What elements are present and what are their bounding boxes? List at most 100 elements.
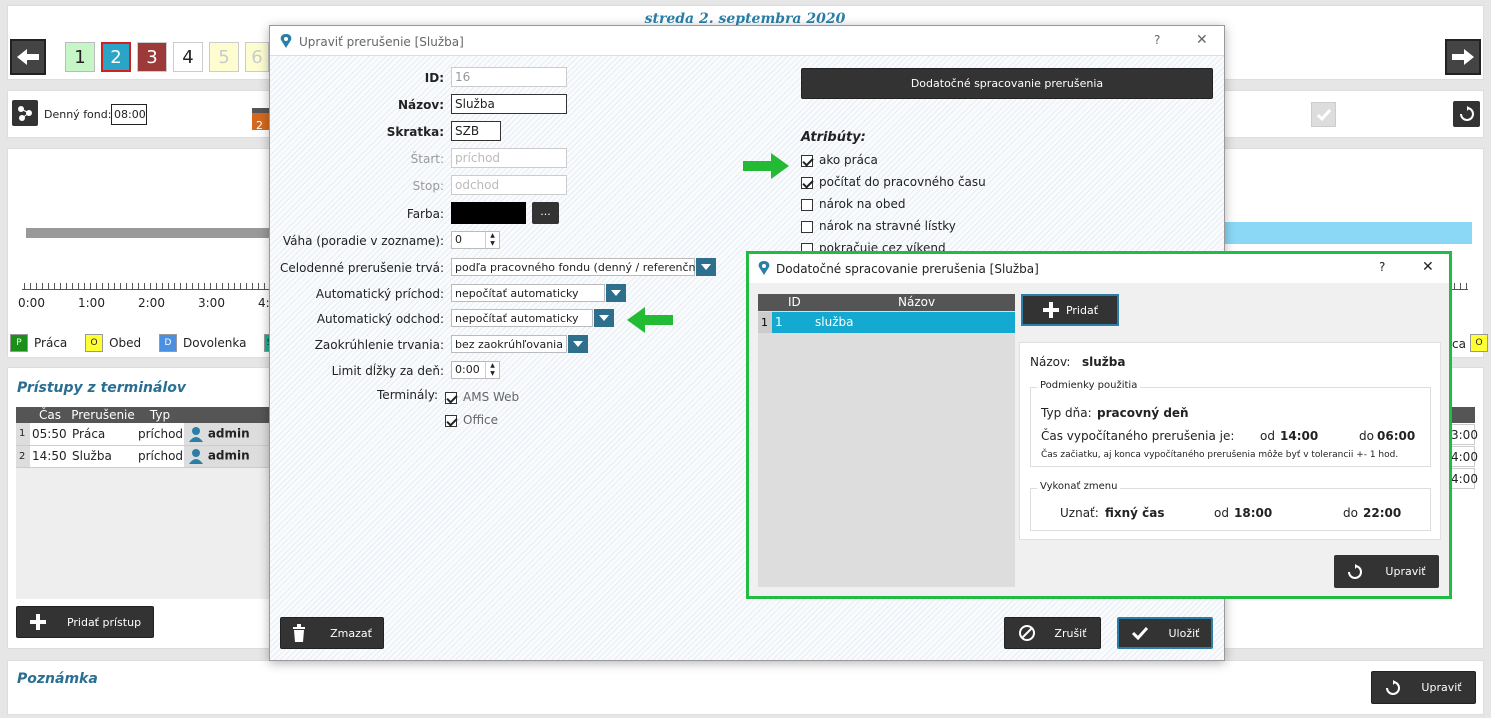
timeline-axis [22, 289, 271, 290]
checkbox-icon[interactable] [801, 176, 813, 189]
note-title: Poznámka [17, 671, 98, 687]
attr-weekend-label: pokračuje cez víkend [819, 241, 946, 251]
terminal-office-label: Office [463, 413, 499, 427]
day-1[interactable]: 1 [65, 42, 95, 72]
sub-edit-button[interactable]: Upraviť [1334, 555, 1439, 588]
tick-mark [234, 283, 235, 289]
color-picker-button[interactable]: ... [532, 202, 559, 224]
terminal-office[interactable]: Office [445, 413, 498, 427]
next-day-button[interactable] [1445, 39, 1481, 75]
sub-col-name[interactable]: Názov [898, 295, 935, 309]
stop-label: Stop: [412, 179, 444, 193]
checkbox-icon[interactable] [801, 220, 813, 233]
tick-mark [162, 283, 163, 289]
fund-input[interactable]: 08:00 [111, 104, 147, 125]
tick-mark [48, 283, 49, 289]
tick-mark [222, 283, 223, 289]
day-2[interactable]: 2 [101, 42, 131, 72]
sub-add-button[interactable]: Pridať [1021, 294, 1119, 326]
sub-close-button[interactable]: ✕ [1422, 259, 1434, 275]
fullday-select[interactable]: podľa pracovného fondu (denný / referenč… [451, 258, 706, 276]
day-6[interactable]: 6 [245, 42, 269, 72]
sub-edit-label: Upraviť [1385, 565, 1426, 578]
color-swatch[interactable] [451, 202, 526, 224]
attr-lunch[interactable]: nárok na obed [801, 197, 905, 211]
refresh-button[interactable] [1453, 101, 1480, 127]
table-row[interactable]: 2 14:50 Služba príchod admin [16, 445, 270, 467]
add-access-button[interactable]: Pridať prístup [16, 606, 154, 638]
conditions-title: Podmienky použitia [1037, 380, 1141, 391]
save-button[interactable]: Uložiť [1117, 617, 1213, 649]
limit-label: Limit dĺžky za deň: [331, 364, 444, 378]
attr-weekend[interactable]: pokračuje cez víkend [801, 241, 946, 251]
limit-spin-arrows[interactable]: ▲ ▼ [485, 362, 499, 378]
close-button[interactable]: ✕ [1196, 32, 1208, 48]
fullday-dropdown-icon[interactable] [696, 258, 716, 276]
checkbox-icon[interactable] [801, 242, 813, 251]
checkbox-icon[interactable] [445, 414, 457, 427]
arrow-right-icon [1452, 49, 1474, 65]
cancel-button[interactable]: Zrušiť [1004, 617, 1101, 649]
right-cell-3: 4:00 [1450, 468, 1478, 489]
autoin-select[interactable]: nepočítať automaticky [451, 284, 605, 302]
extra-processing-button[interactable]: Dodatočné spracovanie prerušenia [801, 68, 1213, 99]
stop-field: odchod [451, 175, 567, 195]
round-dropdown-icon[interactable] [568, 335, 588, 353]
col-header-type[interactable]: Typ [136, 407, 184, 423]
checkbox-icon[interactable] [445, 391, 457, 404]
row-type: príchod [138, 426, 184, 441]
autoout-select[interactable]: nepočítať automaticky [451, 309, 593, 327]
sub-list-header: ID Názov [758, 294, 1015, 311]
app-icon [758, 261, 770, 275]
terminal-ams-web[interactable]: AMS Web [445, 390, 519, 404]
add-access-label: Pridať prístup [66, 615, 142, 629]
weight-spin-arrows[interactable]: ▲ ▼ [485, 232, 499, 248]
day-5[interactable]: 5 [209, 42, 239, 72]
sub-col-id[interactable]: ID [788, 295, 801, 309]
table-row[interactable]: 1 05:50 Práca príchod admin [16, 423, 270, 445]
recognize-label: Uznať: [1060, 506, 1099, 520]
col-header-break[interactable]: Prerušenie [70, 407, 136, 423]
day-4[interactable]: 4 [173, 42, 203, 72]
day-3[interactable]: 3 [137, 42, 167, 72]
tick-mark [180, 283, 181, 289]
calc-from-value: 14:00 [1280, 429, 1319, 443]
tick-mark [72, 283, 73, 289]
tick-mark [204, 283, 205, 289]
sub-titlebar: Dodatočné spracovanie prerušenia [Služba… [749, 254, 1449, 283]
confirm-check-button[interactable] [1311, 102, 1336, 127]
exec-from-value: 18:00 [1234, 506, 1273, 520]
help-button[interactable]: ? [1154, 33, 1160, 47]
attr-meal-tickets[interactable]: nárok na stravné lístky [801, 219, 956, 233]
check-icon [1131, 626, 1148, 640]
legend: PPráca OObed DDovolenka SLCSl [10, 334, 303, 352]
attr-as-work-label: ako práca [819, 153, 878, 167]
note-edit-button[interactable]: Upraviť [1371, 671, 1476, 704]
hierarchy-button[interactable] [12, 100, 38, 126]
sub-help-button[interactable]: ? [1379, 260, 1385, 274]
name-field[interactable]: Služba [451, 94, 567, 114]
checkbox-icon[interactable] [801, 198, 813, 211]
tick-mark [198, 283, 199, 289]
attr-as-work[interactable]: ako práca [801, 153, 878, 167]
delete-label: Zmazať [330, 626, 372, 640]
attributes-title: Atribúty: [801, 130, 866, 145]
row-number: 2 [16, 445, 30, 467]
round-select[interactable]: bez zaokrúhľovania [451, 335, 567, 353]
checkbox-icon[interactable] [801, 154, 813, 167]
col-header-user [184, 407, 270, 423]
prev-day-button[interactable] [10, 39, 46, 75]
autoin-dropdown-icon[interactable] [606, 284, 626, 302]
col-header-time[interactable]: Čas [30, 407, 70, 423]
autoin-label: Automatický príchod: [315, 287, 444, 301]
tick-mark [192, 283, 193, 289]
delete-button[interactable]: Zmazať [280, 617, 384, 649]
sub-list-row[interactable]: 1 1 služba [758, 312, 1015, 333]
tick-mark [210, 283, 211, 289]
start-field: príchod [451, 148, 567, 168]
tick-mark [66, 283, 67, 289]
abbr-field[interactable]: SZB [451, 121, 501, 141]
row-break: Služba [72, 449, 112, 463]
attr-count-worktime[interactable]: počítať do pracovného času [801, 175, 986, 189]
autoout-dropdown-icon[interactable] [594, 309, 614, 327]
